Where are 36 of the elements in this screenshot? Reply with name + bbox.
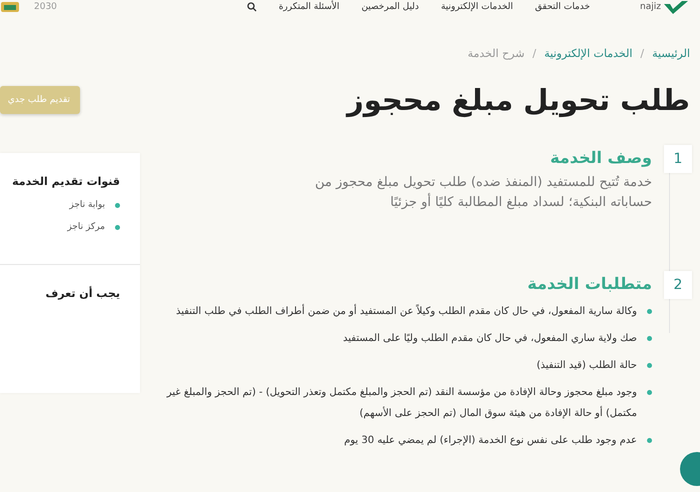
nav-link[interactable]: دليل المرخصين [361,2,419,12]
breadcrumb-separator: / [640,47,644,62]
nav-link[interactable]: خدمات التحقق [535,2,590,12]
step-number: 2 [664,271,692,299]
emblem-icon [0,1,20,13]
vision-logo: 2030 [34,2,57,12]
requirement-text: عدم وجود طلب على نفس نوع الخدمة (الإجراء) لم يمضي عليه 30 يوم [344,434,637,448]
nav-link[interactable]: الخدمات الإلكترونية [440,2,514,12]
page-title: طلب تحويل مبلغ محجوز [347,83,690,117]
bullet-icon [647,390,652,395]
breadcrumb-link[interactable]: الرئيسية [652,47,690,63]
breadcrumb-current: شرح الخدمة [468,47,525,62]
search-icon[interactable] [246,2,257,12]
breadcrumb-separator: / [532,47,536,62]
section-heading: وصف الخدمة [549,148,652,167]
requirement-text: حالة الطلب (قيد التنفيذ) [536,359,637,373]
requirement-text: وجود مبلغ محجوز وحالة الإفادة من مؤسسة النقد (تم الحجز والمبلغ مكتمل وتعذر التحويل) - (تم الحجز والمبلغ غير مكتمل) أو حالة الإفادة من هيئة سوق المال (تم الحجز على الأسهم) [166,386,637,421]
know-heading: يجب أن تعرف [44,285,121,300]
step-number: 1 [664,145,692,173]
bullet-icon [647,336,652,341]
bullet-icon [647,309,652,314]
bullet-icon [115,202,120,208]
breadcrumb-link[interactable]: الخدمات الإلكترونية [544,47,632,63]
requirement-text: صك ولاية ساري المفعول، في حال كان مقدم الطلب وليًا على المستفيد [343,332,637,346]
brand-name: najiz [640,2,661,12]
bullet-icon [647,438,652,443]
channel-link[interactable]: بوابة ناجز [69,200,105,210]
requirement-text: وكالة سارية المفعول، في حال كان مقدم الطلب وكيلاً عن المستفيد أو من ضمن أطراف الطلب في طلب التنفيذ [176,303,637,319]
channel-link[interactable]: مركز ناجز [67,222,105,232]
service-description: خدمة تُتيح للمستفيد (المنفذ ضده) طلب تحويل مبلغ محجوز من حساباته البنكية؛ لسداد مبلغ المطالبة كليًا أو جزئيًا [314,174,652,212]
nav-link[interactable]: الأسئلة المتكررة [278,2,340,12]
bullet-icon [115,224,120,230]
bullet-icon [647,363,652,368]
channels-heading: قنوات تقديم الخدمة [11,174,121,188]
check-mark-logo-icon [664,0,688,14]
section-heading: متطلبات الخدمة [526,274,652,293]
